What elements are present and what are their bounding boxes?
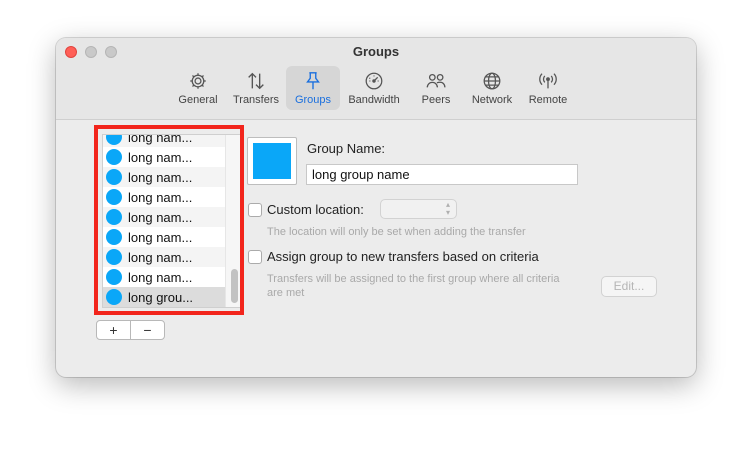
assign-criteria-hint-1: Transfers will be assigned to the first …	[267, 273, 560, 285]
custom-location-checkbox[interactable]	[248, 203, 262, 217]
group-name-label: Group Name:	[307, 141, 386, 156]
remove-group-button[interactable]: −	[130, 321, 164, 339]
custom-location-popup[interactable]: ▴ ▾	[380, 199, 457, 219]
transfer-arrows-icon	[248, 72, 264, 90]
assign-criteria-checkbox[interactable]	[248, 250, 262, 264]
people-icon	[426, 73, 446, 88]
custom-location-label: Custom location:	[267, 202, 364, 217]
titlebar: Groups General Transfers Groups Bandwidt…	[56, 38, 696, 120]
antenna-icon	[539, 73, 557, 89]
edit-criteria-button[interactable]: Edit...	[601, 276, 657, 297]
tab-general[interactable]: General	[170, 66, 226, 110]
gauge-icon	[365, 72, 383, 90]
tab-general-label: General	[178, 94, 218, 106]
pin-icon	[306, 72, 320, 90]
gear-icon	[190, 73, 206, 89]
group-color-well[interactable]	[247, 137, 297, 185]
popup-chevron-icon: ▴ ▾	[445, 200, 450, 217]
tab-peers-label: Peers	[421, 94, 451, 106]
tab-remote-label: Remote	[528, 94, 568, 106]
assign-criteria-hint-2: are met	[267, 287, 305, 299]
highlight-annotation-box	[94, 125, 244, 315]
tab-network[interactable]: Network	[464, 66, 520, 110]
group-name-input[interactable]	[306, 164, 578, 185]
group-color-swatch	[253, 143, 291, 179]
preferences-window: Groups General Transfers Groups Bandwidt…	[56, 38, 696, 377]
globe-icon	[483, 72, 501, 90]
tab-peers[interactable]: Peers	[408, 66, 464, 110]
tab-bandwidth-label: Bandwidth	[348, 94, 400, 106]
tab-transfers[interactable]: Transfers	[226, 66, 286, 110]
preferences-toolbar: General Transfers Groups Bandwidth Peers…	[170, 66, 576, 110]
tab-groups-label: Groups	[294, 94, 332, 106]
tab-remote[interactable]: Remote	[520, 66, 576, 110]
add-group-button[interactable]: +	[97, 321, 130, 339]
tab-network-label: Network	[471, 94, 513, 106]
custom-location-hint: The location will only be set when addin…	[267, 226, 526, 238]
tab-groups[interactable]: Groups	[286, 66, 340, 110]
add-remove-control: + −	[96, 320, 165, 340]
tab-transfers-label: Transfers	[232, 94, 280, 106]
tab-bandwidth[interactable]: Bandwidth	[340, 66, 408, 110]
window-title: Groups	[352, 44, 400, 59]
assign-criteria-label: Assign group to new transfers based on c…	[267, 249, 539, 264]
